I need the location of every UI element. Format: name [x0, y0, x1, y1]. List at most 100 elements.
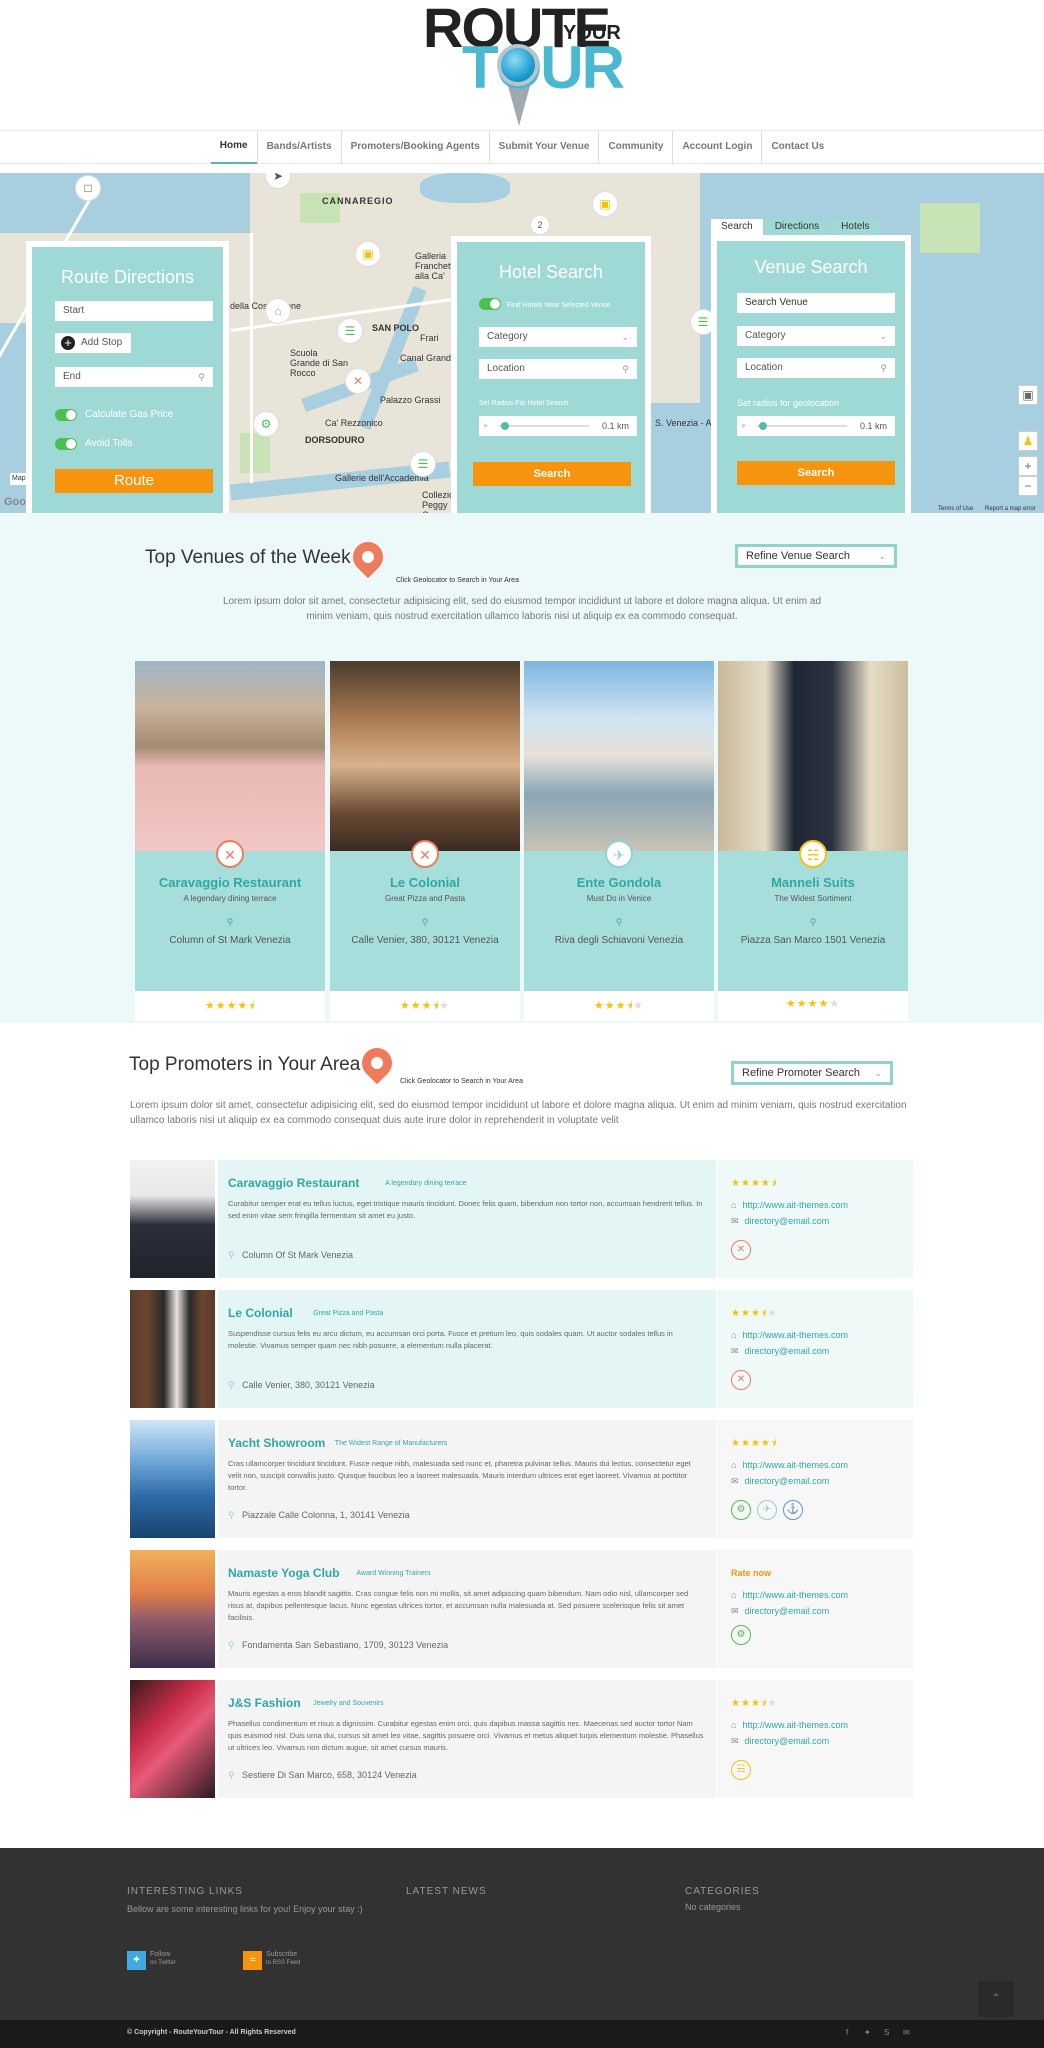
refine-venue-select[interactable]: Refine Venue Search ⌄: [735, 544, 897, 568]
email-address: directory@email.com: [744, 1216, 830, 1226]
venue-card[interactable]: ✈ Ente Gondola Must Do in Venice ⚲ Riva …: [524, 661, 714, 1021]
gas-price-toggle[interactable]: [55, 409, 77, 421]
nav-bands-artists[interactable]: Bands/Artists: [256, 130, 341, 164]
skype-icon[interactable]: S: [884, 2028, 889, 2037]
venue-name[interactable]: Caravaggio Restaurant: [135, 875, 325, 890]
map-marker-icon[interactable]: ⚙: [253, 411, 279, 437]
venue-location-input[interactable]: Location ⚲: [737, 358, 895, 378]
promoter-row[interactable]: Namaste Yoga Club Award Winning Trainers…: [130, 1550, 913, 1668]
back-to-top-button[interactable]: ⌃: [978, 1981, 1014, 2017]
map-marker-icon[interactable]: ☰: [337, 318, 363, 344]
mail-icon: ✉: [731, 1736, 739, 1746]
geolocator-icon[interactable]: [355, 1041, 399, 1085]
venue-card[interactable]: ✕ Caravaggio Restaurant A legendary dini…: [135, 661, 325, 1021]
twitter-icon[interactable]: ✦: [127, 1951, 146, 1970]
venue-search-button[interactable]: Search: [737, 461, 895, 485]
website-link[interactable]: ⌂ http://www.ait-themes.com: [731, 1720, 848, 1730]
refine-venue-label: Refine Venue Search: [746, 550, 850, 562]
end-input[interactable]: End ⚲: [55, 367, 213, 387]
slider-handle[interactable]: [501, 422, 509, 430]
promoter-name[interactable]: Le Colonial: [228, 1306, 293, 1320]
email-link[interactable]: ✉ directory@email.com: [731, 1346, 829, 1357]
map-marker-icon[interactable]: ➤: [265, 173, 291, 189]
promoter-row[interactable]: J&S Fashion Jewelry and Souvenirs Phasel…: [130, 1680, 913, 1798]
nav-submit-venue[interactable]: Submit Your Venue: [488, 130, 599, 164]
email-link[interactable]: ✉ directory@email.com: [731, 1736, 829, 1747]
tab-search[interactable]: Search: [711, 219, 763, 235]
zoom-out-button[interactable]: −: [1018, 476, 1038, 496]
map-cluster-marker[interactable]: 2: [530, 215, 550, 235]
home-icon: ⌂: [731, 1460, 737, 1470]
hotels-near-venue-toggle[interactable]: [479, 298, 501, 310]
facebook-icon[interactable]: f: [846, 2028, 848, 2037]
restaurant-icon[interactable]: ✕: [345, 368, 371, 394]
hotel-radius-slider[interactable]: ⌖ 0.1 km: [479, 416, 637, 436]
nav-account-login[interactable]: Account Login: [672, 130, 761, 164]
map-type-label[interactable]: Map: [10, 473, 28, 485]
promoter-row[interactable]: Le Colonial Great Pizza and Pasta Suspen…: [130, 1290, 913, 1408]
subscribe-label[interactable]: Subscribe: [266, 1951, 297, 1958]
email-link[interactable]: ✉ directory@email.com: [731, 1476, 829, 1487]
hotel-search-button[interactable]: Search: [473, 462, 631, 486]
venue-category-select[interactable]: Category ⌄: [737, 326, 895, 346]
venue-subtitle: The Widest Sortiment: [774, 894, 852, 903]
promoter-name[interactable]: Caravaggio Restaurant: [228, 1176, 359, 1190]
promoter-name[interactable]: Yacht Showroom: [228, 1436, 325, 1450]
promoter-description: Cras ullamcorper tincidunt tincidunt. Fu…: [228, 1459, 691, 1492]
hotel-category-select[interactable]: Category ⌄: [479, 327, 637, 347]
promoter-row[interactable]: Caravaggio Restaurant A legendary dining…: [130, 1160, 913, 1278]
map-marker-icon[interactable]: ☰: [410, 451, 436, 477]
promoter-row[interactable]: Yacht Showroom The Widest Range of Manuf…: [130, 1420, 913, 1538]
venue-search-input[interactable]: Search Venue: [737, 293, 895, 313]
add-stop-button[interactable]: + Add Stop: [55, 333, 131, 353]
email-link[interactable]: ✉ directory@email.com: [731, 1216, 829, 1227]
nav-community[interactable]: Community: [598, 130, 672, 164]
street-view-lock-icon[interactable]: ▣: [1018, 385, 1038, 405]
promoter-photo: [130, 1680, 215, 1798]
venue-name[interactable]: Manneli Suits: [718, 875, 908, 890]
venue-radius-slider[interactable]: ⌖ 0.1 km: [737, 416, 895, 436]
site-logo[interactable]: ROUTE YOUR TOUR: [0, 0, 1044, 128]
promoter-name[interactable]: Namaste Yoga Club: [228, 1566, 340, 1580]
slider-handle[interactable]: [759, 422, 767, 430]
location-pin-icon: ⚲: [228, 1770, 235, 1780]
email-link[interactable]: ✉ directory@email.com: [731, 1606, 829, 1617]
location-pin-icon: ⚲: [421, 917, 429, 927]
website-link[interactable]: ⌂ http://www.ait-themes.com: [731, 1330, 848, 1340]
venue-name[interactable]: Ente Gondola: [524, 875, 714, 890]
refine-promoter-select[interactable]: Refine Promoter Search ⌄: [731, 1061, 893, 1085]
mail-icon[interactable]: ✉: [903, 2028, 910, 2037]
venue-card[interactable]: ☵ Manneli Suits The Widest Sortiment ⚲ P…: [718, 661, 908, 1021]
zoom-in-button[interactable]: +: [1018, 456, 1038, 476]
route-button[interactable]: Route: [55, 469, 213, 493]
hotel-location-input[interactable]: Location ⚲: [479, 359, 637, 379]
map-report-link[interactable]: Report a map error: [985, 504, 1036, 513]
tab-directions[interactable]: Directions: [764, 219, 830, 235]
subscribe-sub: to RSS Feed: [266, 1960, 301, 1966]
website-link[interactable]: ⌂ http://www.ait-themes.com: [731, 1200, 848, 1210]
start-input[interactable]: Start: [55, 301, 213, 321]
map-marker-icon[interactable]: ▣: [592, 191, 618, 217]
website-link[interactable]: ⌂ http://www.ait-themes.com: [731, 1460, 848, 1470]
follow-label[interactable]: Follow: [150, 1951, 170, 1958]
map-marker-icon[interactable]: □: [75, 175, 101, 201]
rate-now-link[interactable]: Rate now: [731, 1568, 771, 1578]
avoid-tolls-toggle[interactable]: [55, 438, 77, 450]
twitter-icon[interactable]: ✦: [864, 2028, 871, 2037]
venue-card[interactable]: ✕ Le Colonial Great Pizza and Pasta ⚲ Ca…: [330, 661, 520, 1021]
promoter-main: J&S Fashion Jewelry and Souvenirs Phasel…: [218, 1680, 716, 1798]
venues-intro-text: Lorem ipsum dolor sit amet, consectetur …: [222, 596, 822, 622]
nav-home[interactable]: Home: [210, 130, 257, 164]
map-marker-icon[interactable]: ⌂: [265, 298, 291, 324]
nav-promoters[interactable]: Promoters/Booking Agents: [340, 130, 489, 164]
map-marker-icon[interactable]: ▣: [355, 241, 381, 267]
rss-icon[interactable]: ≈: [243, 1951, 262, 1970]
nav-contact[interactable]: Contact Us: [761, 130, 833, 164]
gear-icon: ⚙: [731, 1625, 751, 1645]
website-link[interactable]: ⌂ http://www.ait-themes.com: [731, 1590, 848, 1600]
promoter-name[interactable]: J&S Fashion: [228, 1696, 301, 1710]
venue-name[interactable]: Le Colonial: [330, 875, 520, 890]
pegman-icon[interactable]: ♟: [1018, 431, 1038, 451]
tab-hotels[interactable]: Hotels: [831, 219, 880, 235]
map-terms-link[interactable]: Terms of Use: [938, 504, 973, 513]
